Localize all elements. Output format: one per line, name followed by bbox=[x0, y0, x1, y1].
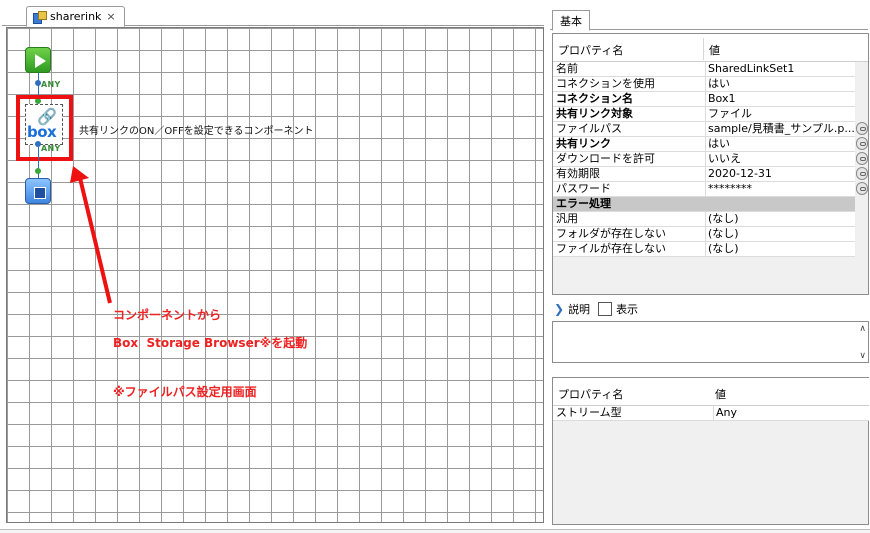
display-label: 表示 bbox=[616, 303, 639, 316]
flow-port-end bbox=[35, 168, 41, 174]
edit-password-button[interactable] bbox=[856, 182, 868, 195]
header-separator bbox=[703, 38, 704, 60]
edit-shared-link-button[interactable] bbox=[856, 137, 868, 150]
flow-label-any-2: ANY bbox=[41, 144, 61, 153]
flow-canvas[interactable] bbox=[6, 27, 544, 523]
stream-property-table: プロパティ名 値 ストリーム型 Any bbox=[552, 377, 869, 525]
property-table-header: プロパティ名 値 bbox=[553, 34, 868, 62]
property-value[interactable]: はい bbox=[705, 77, 855, 91]
properties-panel: 基本 プロパティ名 値 名前 SharedLinkSet1 コネクションを使用 はい… bbox=[548, 4, 870, 529]
stream-table-header: プロパティ名 値 bbox=[553, 378, 869, 406]
flow-label-any: ANY bbox=[41, 80, 61, 89]
property-row[interactable]: コネクションを使用 はい bbox=[553, 77, 855, 92]
property-row[interactable]: ファイルが存在しない (なし) bbox=[553, 242, 855, 257]
description-textarea[interactable]: ∧ ∨ bbox=[552, 321, 869, 363]
property-row[interactable]: 共有リンク はい bbox=[553, 137, 855, 152]
annotation-line-3: ※ファイルパス設定用画面 bbox=[113, 385, 257, 399]
stream-key: ストリーム型 bbox=[556, 406, 622, 419]
property-row[interactable]: ファイルパス sample/見積書_サンプル.p... bbox=[553, 122, 855, 137]
property-value[interactable]: SharedLinkSet1 bbox=[705, 62, 855, 76]
property-value[interactable]: sample/見積書_サンプル.p... bbox=[705, 122, 855, 136]
stream-value[interactable]: Any bbox=[713, 406, 737, 420]
header-property-name: プロパティ名 bbox=[558, 44, 624, 57]
tab-sharerink[interactable]: sharerink × bbox=[26, 6, 125, 27]
property-row[interactable]: 有効期限 2020-12-31 bbox=[553, 167, 855, 182]
property-row[interactable]: パスワード ******** bbox=[553, 182, 855, 197]
end-icon[interactable] bbox=[25, 178, 51, 204]
description-bar: ❯ 説明 表示 bbox=[552, 298, 869, 320]
property-value[interactable]: いいえ bbox=[705, 152, 855, 166]
property-row[interactable]: ダウンロードを許可 いいえ bbox=[553, 152, 855, 167]
property-key: コネクション名 bbox=[556, 92, 633, 105]
property-row[interactable]: 共有リンク対象 ファイル bbox=[553, 107, 855, 122]
property-table: プロパティ名 値 名前 SharedLinkSet1 コネクションを使用 はい コネ… bbox=[552, 33, 869, 295]
annotation-line-2: Box Storage Browser※を起動 bbox=[113, 336, 308, 350]
property-section-title: エラー処理 bbox=[556, 197, 611, 210]
property-value[interactable]: ファイル bbox=[705, 107, 855, 121]
scroll-down-icon[interactable]: ∨ bbox=[859, 351, 866, 361]
property-key: ファイルパス bbox=[556, 122, 622, 135]
stream-header-value: 値 bbox=[715, 388, 726, 401]
stream-row[interactable]: ストリーム型 Any bbox=[553, 406, 869, 421]
property-key: ダウンロードを許可 bbox=[556, 152, 655, 165]
property-key: 汎用 bbox=[556, 212, 578, 225]
start-icon[interactable] bbox=[25, 47, 51, 73]
property-row[interactable]: 汎用 (なし) bbox=[553, 212, 855, 227]
properties-tab-bar: 基本 bbox=[550, 8, 868, 31]
status-bar bbox=[0, 529, 870, 533]
property-value[interactable]: (なし) bbox=[705, 227, 855, 241]
display-checkbox[interactable] bbox=[598, 302, 613, 316]
property-value[interactable]: (なし) bbox=[705, 242, 855, 256]
component-description: 共有リンクのON／OFFを設定できるコンポーネント bbox=[79, 126, 314, 137]
edit-expiry-button[interactable] bbox=[856, 167, 868, 180]
tab-basic[interactable]: 基本 bbox=[552, 10, 590, 31]
browse-file-path-button[interactable] bbox=[856, 122, 868, 135]
property-value[interactable]: ******** bbox=[705, 182, 855, 196]
component-body: 🔗 box bbox=[25, 104, 63, 145]
property-value[interactable]: (なし) bbox=[705, 212, 855, 226]
flow-file-icon bbox=[33, 10, 47, 24]
editor-tab-bar: sharerink × bbox=[2, 4, 544, 27]
property-key: 共有リンク bbox=[556, 137, 611, 150]
property-key: 有効期限 bbox=[556, 167, 600, 180]
property-key: ファイルが存在しない bbox=[556, 242, 666, 255]
header-value: 値 bbox=[709, 44, 720, 57]
property-key: 名前 bbox=[556, 62, 578, 75]
scroll-up-icon[interactable]: ∧ bbox=[859, 324, 866, 334]
property-row[interactable]: コネクション名 Box1 bbox=[553, 92, 855, 107]
chevron-down-icon[interactable]: ❯ bbox=[554, 302, 564, 316]
property-value[interactable]: 2020-12-31 bbox=[705, 167, 855, 181]
property-key: パスワード bbox=[556, 182, 611, 195]
property-rows: 名前 SharedLinkSet1 コネクションを使用 はい コネクション名 Box1… bbox=[553, 62, 855, 257]
property-key: フォルダが存在しない bbox=[556, 227, 666, 240]
property-row[interactable]: 名前 SharedLinkSet1 bbox=[553, 62, 855, 77]
description-label: 説明 bbox=[568, 303, 591, 316]
property-value[interactable]: Box1 bbox=[705, 92, 855, 106]
property-row[interactable]: フォルダが存在しない (なし) bbox=[553, 227, 855, 242]
property-value[interactable]: はい bbox=[705, 137, 855, 151]
stream-header-property-name: プロパティ名 bbox=[558, 388, 624, 401]
edit-download-button[interactable] bbox=[856, 152, 868, 165]
close-icon[interactable]: × bbox=[106, 10, 115, 23]
property-key: コネクションを使用 bbox=[556, 77, 655, 90]
property-key: 共有リンク対象 bbox=[556, 107, 633, 120]
annotation-line-1: コンポーネントから bbox=[113, 308, 222, 322]
box-logo-icon: box bbox=[27, 123, 57, 141]
tab-title: sharerink bbox=[50, 10, 102, 23]
property-section-error-handling: エラー処理 bbox=[553, 197, 855, 212]
